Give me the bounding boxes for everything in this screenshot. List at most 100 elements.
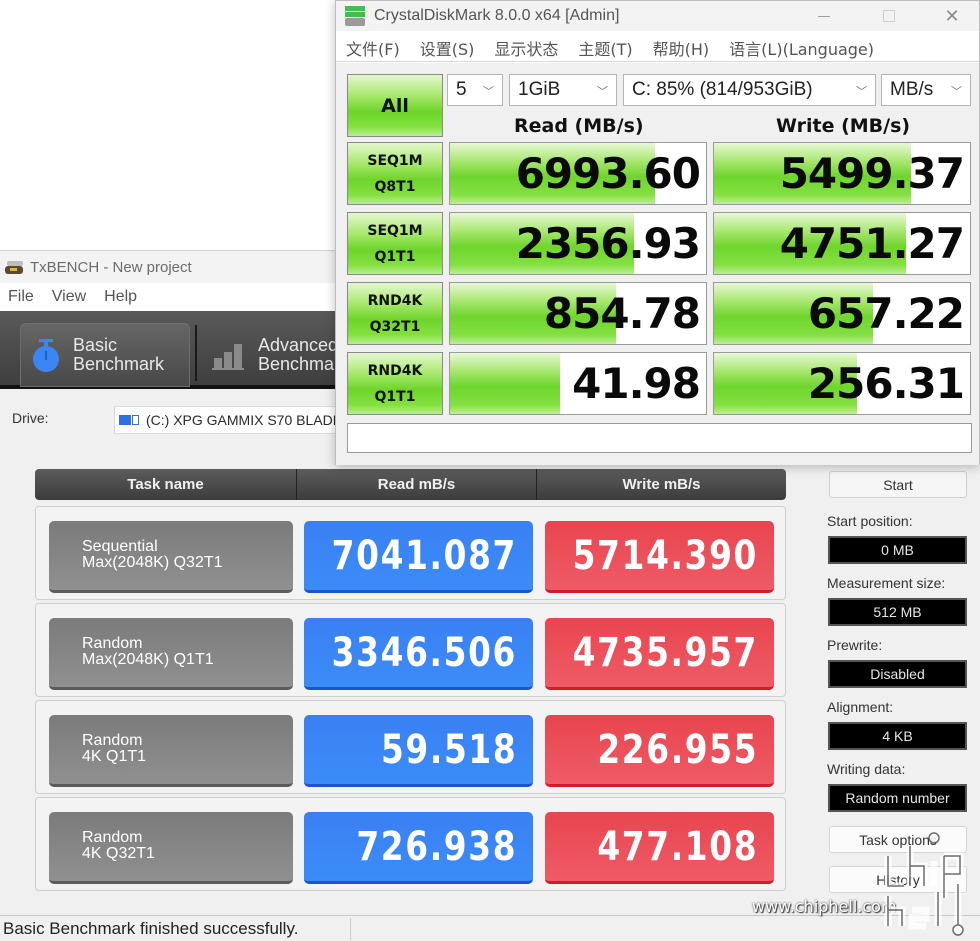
drive-select[interactable]: C: 85% (814/953GiB) ﹀ (623, 74, 876, 106)
test-name-line1: RND4K (367, 292, 423, 309)
minimize-button[interactable] (801, 1, 847, 31)
menu-language[interactable]: 语言(L)(Language) (729, 36, 874, 60)
close-icon: ✕ (944, 5, 960, 26)
unit-select[interactable]: MB/s ﹀ (881, 74, 971, 106)
test-count-select[interactable]: 5 ﹀ (447, 74, 503, 106)
tab-basic-line2: Benchmark (73, 354, 165, 374)
read-result-cell: 726.938 (304, 812, 533, 884)
read-result-cell: 3346.506 (304, 618, 533, 690)
unit-select-value: MB/s (890, 79, 934, 100)
task-name-cell[interactable]: Random 4K Q1T1 (49, 715, 293, 787)
chevron-down-icon: ﹀ (483, 86, 494, 98)
menu-file[interactable]: File (8, 288, 34, 306)
status-divider (350, 918, 351, 940)
minimize-icon (818, 15, 830, 17)
test-name-line1: SEQ1M (367, 152, 423, 169)
write-value: 477.108 (597, 823, 758, 870)
cdm-title-bar: CrystalDiskMark 8.0.0 x64 [Admin] ✕ (336, 1, 979, 31)
cdm-main-panel: All 5 ﹀ 1GiB ﹀ C: 85% (814/953GiB) ﹀ MB/s ﹀ … (336, 63, 979, 465)
menu-help[interactable]: Help (104, 288, 137, 306)
write-value: 657.22 (807, 289, 965, 338)
close-button[interactable]: ✕ (929, 1, 975, 31)
menu-settings[interactable]: 设置(S) (420, 36, 475, 60)
writing-data-value[interactable]: Random number (828, 784, 967, 812)
test-button[interactable]: RND4K Q1T1 (347, 352, 443, 415)
cdm-window-title: CrystalDiskMark 8.0.0 x64 [Admin] (374, 7, 620, 24)
task-name-line1: Random (82, 635, 143, 652)
cdm-app-icon (344, 5, 368, 27)
result-row: Random 4K Q1T1 59.518 226.955 (35, 700, 786, 794)
test-button[interactable]: SEQ1M Q1T1 (347, 212, 443, 275)
task-name-cell[interactable]: Random Max(2048K) Q1T1 (49, 618, 293, 690)
menu-theme[interactable]: 主题(T) (578, 36, 632, 60)
read-value: 2356.93 (515, 219, 701, 268)
header-task-name: Task name (35, 469, 297, 500)
result-row: Random 4K Q32T1 726.938 477.108 (35, 797, 786, 891)
writing-data-label: Writing data: (827, 761, 906, 777)
run-all-button[interactable]: All (347, 74, 443, 137)
chevron-down-icon: ﹀ (951, 86, 962, 98)
read-value: 6993.60 (515, 149, 701, 198)
alignment-label: Alignment: (827, 699, 894, 715)
prewrite-value[interactable]: Disabled (828, 660, 967, 688)
txbench-app-icon (5, 259, 25, 275)
test-size-select[interactable]: 1GiB ﹀ (509, 74, 617, 106)
maximize-icon (883, 10, 895, 22)
test-name-line2: Q32T1 (369, 318, 421, 335)
drive-icon (119, 412, 141, 428)
menu-help[interactable]: 帮助(H) (653, 36, 710, 60)
task-name-cell[interactable]: Sequential Max(2048K) Q32T1 (49, 521, 293, 593)
read-result-cell: 59.518 (304, 715, 533, 787)
test-button[interactable]: RND4K Q32T1 (347, 282, 443, 345)
alignment-value[interactable]: 4 KB (828, 722, 967, 750)
test-name-line2: Q1T1 (374, 388, 416, 405)
write-result-cell: 4735.957 (545, 618, 774, 690)
task-name-cell[interactable]: Random 4K Q32T1 (49, 812, 293, 884)
start-button[interactable]: Start (829, 471, 967, 498)
results-grid-header: Task name Read mB/s Write mB/s (35, 469, 786, 500)
measurement-size-value[interactable]: 512 MB (828, 598, 967, 626)
read-column-header: Read (MB/s) (514, 115, 644, 137)
read-value: 854.78 (543, 289, 701, 338)
comment-field[interactable] (347, 423, 972, 453)
read-result-cell: 7041.087 (304, 521, 533, 593)
write-value: 5499.37 (779, 149, 965, 198)
chevron-down-icon: ﹀ (597, 86, 608, 98)
tab-basic-label: Basic Benchmark (73, 336, 164, 374)
test-button[interactable]: SEQ1M Q8T1 (347, 142, 443, 205)
start-position-label: Start position: (827, 513, 913, 529)
toolbar-separator (195, 325, 197, 381)
write-result-cell: 256.31 (713, 352, 971, 415)
read-result-cell: 2356.93 (449, 212, 707, 275)
desktop: TxBENCH - New project File View Help Bas… (0, 0, 980, 941)
maximize-button[interactable] (866, 1, 912, 31)
result-row: Random Max(2048K) Q1T1 3346.506 4735.957 (35, 603, 786, 697)
menu-view[interactable]: View (52, 288, 86, 306)
drive-select[interactable]: (C:) XPG GAMMIX S70 BLADE (114, 406, 354, 434)
start-position-value[interactable]: 0 MB (828, 536, 967, 564)
tab-basic-benchmark[interactable]: Basic Benchmark (20, 323, 190, 387)
stopwatch-icon (31, 337, 61, 373)
chiphell-logo-icon (884, 832, 964, 936)
write-value: 4751.27 (779, 219, 965, 268)
write-value: 5714.390 (572, 532, 758, 579)
test-count-value: 5 (456, 79, 467, 100)
write-value: 226.955 (597, 726, 758, 773)
task-name-line2: 4K Q32T1 (82, 845, 155, 862)
read-value: 41.98 (572, 359, 701, 408)
status-text: Basic Benchmark finished successfully. (3, 919, 299, 938)
write-result-cell: 5714.390 (545, 521, 774, 593)
write-result-cell: 657.22 (713, 282, 971, 345)
read-result-cell: 6993.60 (449, 142, 707, 205)
menu-display-status[interactable]: 显示状态 (494, 36, 558, 60)
header-write: Write mB/s (622, 476, 701, 493)
test-name-line1: RND4K (367, 362, 423, 379)
menu-file[interactable]: 文件(F) (346, 36, 400, 60)
result-row: Sequential Max(2048K) Q32T1 7041.087 5714… (35, 506, 786, 600)
read-result-cell: 854.78 (449, 282, 707, 345)
write-result-cell: 226.955 (545, 715, 774, 787)
header-read: Read mB/s (297, 469, 537, 500)
read-value: 7041.087 (331, 532, 517, 579)
task-name-line2: 4K Q1T1 (82, 748, 147, 765)
read-value: 726.938 (356, 823, 517, 870)
